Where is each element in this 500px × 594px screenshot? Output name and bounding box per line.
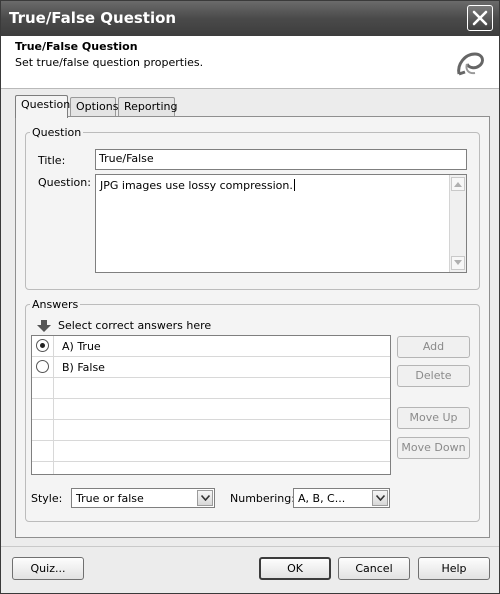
tab-reporting[interactable]: Reporting <box>118 97 178 117</box>
answer-row-b[interactable]: B) False <box>32 357 390 378</box>
cancel-button[interactable]: Cancel <box>338 557 410 580</box>
numbering-select-dropdown[interactable] <box>372 490 388 506</box>
answer-radio-cell <box>32 336 54 356</box>
answer-b-text: B) False <box>62 361 105 374</box>
title-bar: True/False Question <box>1 1 499 36</box>
dialog-window: True/False Question True/False Question … <box>0 0 500 594</box>
style-label: Style: <box>31 492 63 505</box>
chevron-down-icon <box>454 260 462 265</box>
add-answer-button[interactable]: Add <box>397 336 470 358</box>
header-title: True/False Question <box>15 40 138 53</box>
text-caret <box>293 179 295 191</box>
answer-b-radio[interactable] <box>36 360 49 373</box>
footer-divider <box>1 546 499 547</box>
title-label: Title: <box>38 154 66 167</box>
question-text: JPG images use lossy compression. <box>100 179 293 192</box>
down-arrow-icon <box>37 320 51 332</box>
answers-list: A) True B) False <box>31 335 391 475</box>
close-icon <box>472 10 488 26</box>
scroll-down-button[interactable] <box>451 256 465 270</box>
answer-radio-cell <box>32 399 54 419</box>
question-textarea[interactable]: JPG images use lossy compression. <box>95 174 467 273</box>
move-down-button[interactable]: Move Down <box>397 437 470 459</box>
answers-hint: Select correct answers here <box>58 319 212 332</box>
help-button[interactable]: Help <box>418 557 490 580</box>
tab-question-label: Question <box>21 98 71 111</box>
answer-row-empty[interactable] <box>32 462 390 474</box>
chevron-up-icon <box>454 182 462 187</box>
move-up-button[interactable]: Move Up <box>397 407 470 429</box>
header-panel: True/False Question Set true/false quest… <box>1 36 499 89</box>
answers-group-legend: Answers <box>32 298 79 311</box>
title-field[interactable]: True/False <box>95 149 467 170</box>
numbering-label: Numbering: <box>230 492 295 505</box>
tab-options-label: Options <box>76 100 119 113</box>
chevron-down-icon <box>375 495 385 501</box>
answer-row-empty[interactable] <box>32 441 390 462</box>
close-button[interactable] <box>467 5 493 31</box>
answer-row-empty[interactable] <box>32 399 390 420</box>
style-select-dropdown[interactable] <box>197 490 213 506</box>
answer-radio-cell <box>32 357 54 377</box>
ok-button[interactable]: OK <box>259 557 331 580</box>
question-group-legend: Question <box>32 126 82 139</box>
header-subtitle: Set true/false question properties. <box>15 56 204 69</box>
tab-question[interactable]: Question <box>15 95 71 118</box>
question-scrollbar[interactable] <box>449 175 466 272</box>
scroll-up-button[interactable] <box>451 177 465 191</box>
answer-row-empty[interactable] <box>32 420 390 441</box>
answer-row-empty[interactable] <box>32 378 390 399</box>
window-title: True/False Question <box>9 9 177 27</box>
answer-a-radio[interactable] <box>36 339 49 352</box>
style-select[interactable]: True or false <box>71 488 215 508</box>
answer-radio-cell <box>32 378 54 398</box>
answer-radio-cell <box>32 462 54 474</box>
style-select-value: True or false <box>76 492 144 505</box>
answer-radio-cell <box>32 420 54 440</box>
tab-options[interactable]: Options <box>70 97 119 117</box>
quiz-button[interactable]: Quiz... <box>12 557 84 580</box>
numbering-select-value: A, B, C... <box>298 492 346 505</box>
app-logo-icon <box>457 52 484 76</box>
numbering-select[interactable]: A, B, C... <box>293 488 390 508</box>
chevron-down-icon <box>200 495 210 501</box>
question-label: Question: <box>38 176 91 189</box>
answer-a-text: A) True <box>62 340 101 353</box>
answer-row-a[interactable]: A) True <box>32 336 390 357</box>
delete-answer-button[interactable]: Delete <box>397 365 470 387</box>
answer-radio-cell <box>32 441 54 461</box>
tab-reporting-label: Reporting <box>124 100 178 113</box>
